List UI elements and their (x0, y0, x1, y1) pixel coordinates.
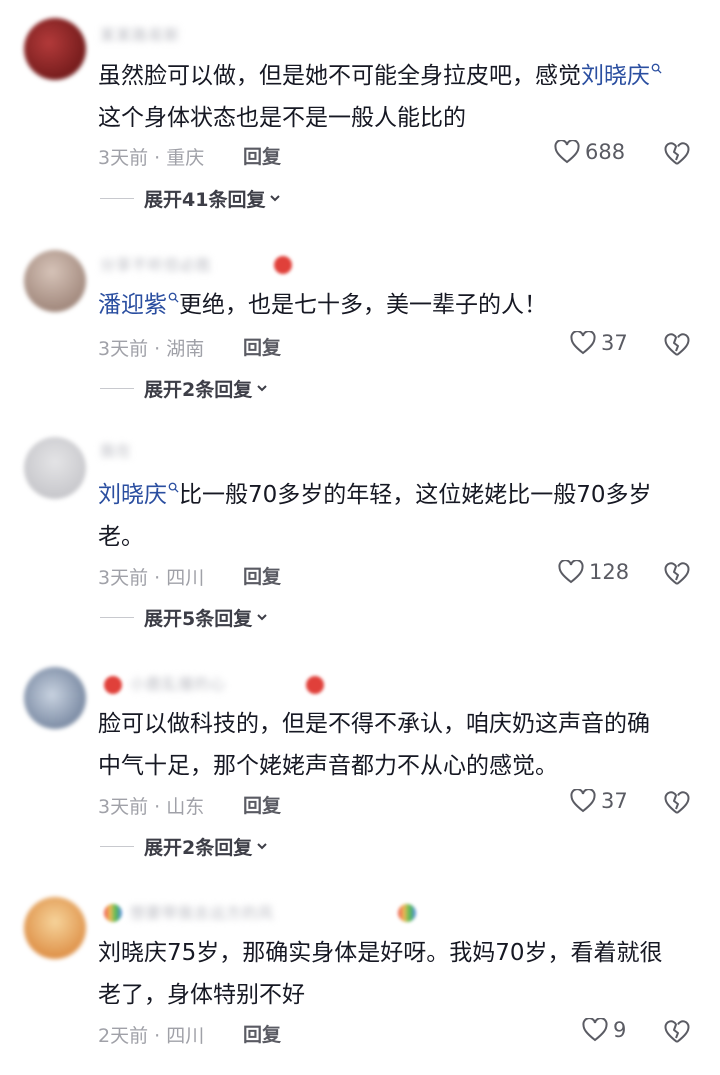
comment-text: 虽然脸可以做，但是她不可能全身拉皮吧，感觉刘晓庆 这个身体状态也是不是一般人能比… (98, 55, 696, 139)
heart-icon (570, 331, 596, 355)
reply-button[interactable]: 回复 (243, 333, 281, 360)
comment-time-location: 2天前 · 四川 (98, 1025, 205, 1047)
heart-icon (554, 140, 580, 164)
chevron-down-icon (257, 843, 267, 850)
like-count: 9 (613, 1018, 627, 1042)
like-count: 37 (601, 331, 628, 355)
avatar[interactable] (24, 667, 86, 729)
like-button[interactable]: 37 (570, 331, 628, 355)
comment-username[interactable]: 分享不听但必胜 (100, 254, 212, 276)
dislike-icon[interactable] (664, 332, 690, 358)
avatar[interactable] (24, 897, 86, 959)
comment-meta: 3天前 · 重庆 回复 688 (98, 140, 698, 170)
dislike-icon[interactable] (664, 790, 690, 816)
comment-text: 刘晓庆75岁，那确实身体是好呀。我妈70岁，看着就很 老了，身体特别不好 (98, 940, 663, 1008)
avatar[interactable] (24, 18, 86, 80)
dislike-icon[interactable] (664, 141, 690, 167)
search-icon (168, 292, 179, 303)
rainbow-emoji-icon (398, 904, 416, 922)
chevron-down-icon (257, 385, 267, 392)
like-count: 37 (601, 789, 628, 813)
heart-icon (570, 789, 596, 813)
rose-emoji-icon (274, 256, 292, 274)
comment-username[interactable]: 小鹿乱撞的心 (130, 673, 226, 695)
reply-button[interactable]: 回复 (243, 562, 281, 589)
chevron-down-icon (257, 614, 267, 621)
expand-label: 展开2条回复 (144, 378, 253, 401)
heart-icon (582, 1018, 608, 1042)
avatar[interactable] (24, 437, 86, 499)
dislike-icon[interactable] (664, 1019, 690, 1045)
reply-button[interactable]: 回复 (243, 1020, 281, 1047)
like-button[interactable]: 128 (558, 560, 629, 584)
comment-time-location: 3天前 · 重庆 (98, 147, 205, 169)
search-icon (651, 63, 662, 74)
chevron-down-icon (270, 195, 281, 202)
mention-link[interactable]: 刘晓庆 (98, 482, 179, 508)
comment-text: 脸可以做科技的，但是不得不承认，咱庆奶这声音的确 中气十足，那个姥姥声音都力不从… (98, 711, 650, 779)
dislike-icon[interactable] (664, 561, 690, 587)
expand-replies-button[interactable]: 展开2条回复 (100, 833, 269, 859)
comment-meta: 2天前 · 四川 回复 9 (98, 1018, 698, 1048)
reply-button[interactable]: 回复 (243, 142, 281, 169)
mention-link[interactable]: 刘晓庆 (581, 63, 662, 89)
comment-username[interactable]: 想要带我去远方的风 (130, 902, 274, 924)
heart-emoji-icon (306, 676, 324, 694)
expand-replies-button[interactable]: 展开2条回复 (100, 375, 269, 401)
like-button[interactable]: 37 (570, 789, 628, 813)
comment-meta: 3天前 · 山东 回复 37 (98, 789, 698, 819)
divider (100, 616, 134, 618)
comment-time-location: 3天前 · 湖南 (98, 338, 205, 360)
heart-icon (558, 560, 584, 584)
divider (100, 197, 134, 199)
like-button[interactable]: 9 (582, 1018, 626, 1042)
search-icon (168, 482, 179, 493)
rainbow-emoji-icon (104, 904, 122, 922)
comment-username[interactable]: 我在 (100, 440, 132, 462)
comment-text: 刘晓庆 比一般70多岁的年轻，这位姥姥比一般70多岁 老。 (98, 482, 652, 550)
comment-meta: 3天前 · 湖南 回复 37 (98, 331, 698, 361)
expand-replies-button[interactable]: 展开41条回复 (100, 185, 282, 211)
expand-label: 展开41条回复 (144, 188, 266, 211)
divider (100, 845, 134, 847)
like-count: 688 (585, 140, 626, 164)
comment-time-location: 3天前 · 四川 (98, 567, 205, 589)
comment-time-location: 3天前 · 山东 (98, 796, 205, 818)
comment-text: 潘迎紫 更绝，也是七十多，美一辈子的人！ (98, 292, 547, 318)
comment-meta: 3天前 · 四川 回复 128 (98, 560, 698, 590)
expand-label: 展开2条回复 (144, 836, 253, 859)
expand-label: 展开5条回复 (144, 607, 253, 630)
mention-link[interactable]: 潘迎紫 (98, 292, 179, 318)
heart-emoji-icon (104, 676, 122, 694)
avatar[interactable] (24, 250, 86, 312)
comment-username[interactable]: 某某路易斯 (100, 24, 180, 46)
reply-button[interactable]: 回复 (243, 791, 281, 818)
divider (100, 387, 134, 389)
like-button[interactable]: 688 (554, 140, 625, 164)
expand-replies-button[interactable]: 展开5条回复 (100, 604, 269, 630)
like-count: 128 (589, 560, 630, 584)
